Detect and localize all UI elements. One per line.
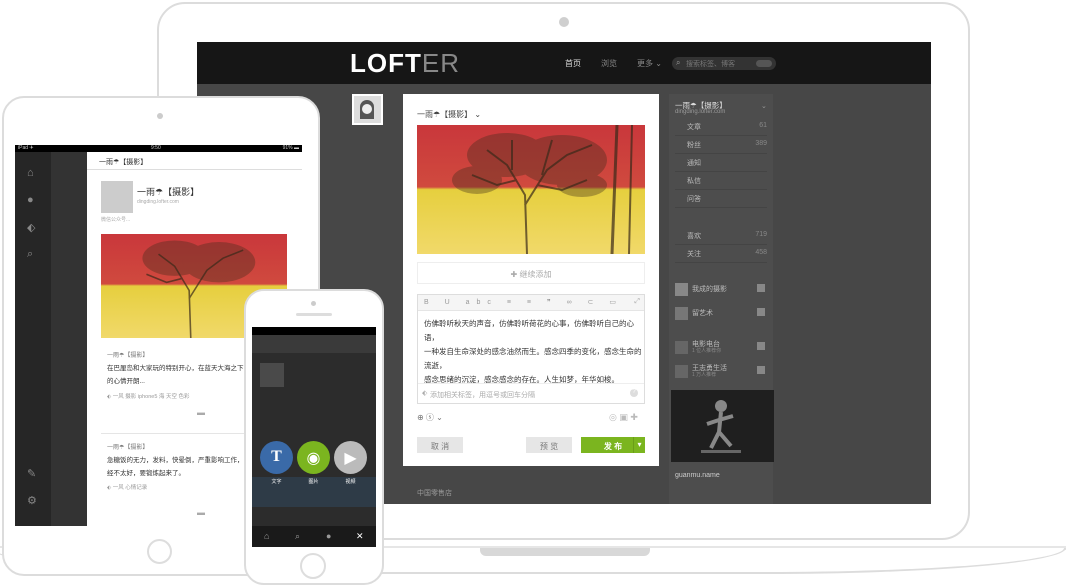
sidebar-item-following[interactable]: 关注 458: [675, 246, 767, 263]
search-icon: ⌕: [676, 58, 681, 67]
lofter-logo[interactable]: LOFTER: [350, 48, 460, 79]
post-text: 经不太好，要锻炼起来了。: [107, 470, 185, 477]
laptop-notch: [480, 548, 650, 556]
text-editor[interactable]: B U abc ≡ ≡ ❞ ∞ ⊂ ▭ ⤢ 仿佛聆听秋天的声音，仿佛聆听荷花的心…: [417, 294, 645, 404]
privacy-icon[interactable]: ⊕ ⓢ ⌄: [417, 412, 443, 423]
recommend-item[interactable]: 留艺术: [675, 304, 767, 328]
home-icon[interactable]: ⌂: [264, 531, 269, 541]
preview-button[interactable]: 预 览: [526, 437, 572, 453]
comment-icon[interactable]: ▬: [197, 508, 205, 517]
top-nav-bar: LOFTER 首页 浏览 更多 ⌄ ⌕ 搜索标签、博客: [197, 42, 931, 84]
search-icon[interactable]: ⌕: [295, 531, 300, 542]
laptop-camera: [559, 17, 569, 27]
iphone-tab-bar: ⌂ ⌕ ● ✕: [252, 526, 376, 547]
ipad-header-title: 一雨☂【摄影】: [87, 152, 302, 170]
add-more-button[interactable]: ✚ 继续添加: [417, 262, 645, 284]
ipad-home-button: [147, 539, 172, 564]
rec-blog-name[interactable]: guanmu.name: [675, 472, 720, 479]
ipad-avatar[interactable]: [101, 181, 133, 213]
video-icon: ▶: [344, 450, 357, 467]
user-icon[interactable]: ●: [27, 194, 34, 206]
sync-icons[interactable]: ◎ ▣ ✚: [609, 412, 638, 423]
ipad-blog-name[interactable]: 一雨☂【摄影】: [137, 185, 199, 198]
search-icon[interactable]: ⌕: [27, 248, 33, 261]
help-icon[interactable]: ?: [630, 389, 638, 397]
video-post-label: 视频: [345, 479, 356, 485]
post-tags[interactable]: ⬖ 一风 心情记录: [107, 483, 147, 491]
pencil-icon[interactable]: ✎: [27, 467, 36, 480]
tag-icon: ⬖: [422, 390, 428, 397]
cancel-button[interactable]: 取 消: [417, 437, 463, 453]
photo-post-button[interactable]: ◉: [297, 441, 330, 474]
recommend-item[interactable]: 我成的摄影: [675, 280, 767, 304]
sidebar-item-posts[interactable]: 文章 61: [675, 119, 767, 136]
camera-icon: ◉: [306, 450, 321, 467]
recommended-photo[interactable]: [671, 390, 774, 462]
ipad-blog-sub: 微信公众号...: [101, 217, 131, 223]
iphone-screen: T ◉ ▶ 文字 图片 视频 ⌂ ⌕ ● ✕: [252, 327, 376, 547]
iphone-header: [252, 335, 376, 353]
text-post-label: 文字: [271, 479, 282, 485]
photo-post-label: 图片: [308, 479, 319, 485]
ipad-status-bar: iPad ✈ 9:50 91% ▬: [15, 145, 302, 152]
post-text: 的心情开朗...: [107, 378, 145, 385]
sidebar-item-likes[interactable]: 喜欢 719: [675, 228, 767, 245]
device-showcase: LOFTER 首页 浏览 更多 ⌄ ⌕ 搜索标签、博客 一雨☂【摄影】 ⌄ ✚ …: [0, 0, 1066, 588]
ipad-blog-url[interactable]: dingding.lofter.com: [137, 199, 179, 205]
tag-icon[interactable]: ⬖: [27, 221, 35, 234]
editor-toolbar[interactable]: B U abc ≡ ≡ ❞ ∞ ⊂ ▭: [418, 295, 644, 311]
post-text: 在巴厘岛和大家玩的特别开心，在蓝天大海之下，: [107, 365, 250, 372]
search-button[interactable]: [756, 60, 772, 67]
bottom-label: 中国零售店: [417, 490, 452, 497]
post-author[interactable]: 一雨☂【摄影】: [107, 442, 148, 451]
user-icon[interactable]: ●: [326, 531, 331, 541]
publish-dropdown-icon[interactable]: ▾: [633, 437, 645, 453]
video-post-button[interactable]: ▶: [334, 441, 367, 474]
post-editor-panel: 一雨☂【摄影】 ⌄ ✚ 继续添加 B U abc ≡ ≡ ❞ ∞ ⊂ ▭ ⤢ 仿…: [403, 94, 659, 466]
gear-icon[interactable]: ⚙: [27, 494, 37, 507]
blog-selector[interactable]: 一雨☂【摄影】 ⌄: [417, 109, 481, 120]
sidebar-item-qa[interactable]: 问答: [675, 191, 767, 208]
iphone-avatar: [260, 363, 284, 387]
tree-shadow-image: [452, 125, 633, 254]
ipad-gutter: [51, 152, 87, 526]
iphone-camera: [311, 301, 316, 306]
post-text: 急糖饭的无力，发料，快晕倒，严重影响工作，: [107, 457, 244, 464]
ipad-sidebar: ⌂ ● ⬖ ⌕ ✎ ⚙: [15, 152, 51, 526]
close-icon[interactable]: ✕: [356, 531, 364, 542]
sidebar-item-fans[interactable]: 粉丝 389: [675, 137, 767, 154]
chevron-down-icon[interactable]: ⌄: [761, 102, 767, 110]
sidebar-blog-url[interactable]: dingding.lofter.com: [675, 109, 725, 115]
home-icon[interactable]: ⌂: [27, 167, 34, 179]
sidebar-item-notice[interactable]: 通知: [675, 155, 767, 172]
iphone-speaker: [296, 313, 332, 316]
tag-input[interactable]: ⬖ 添加相关标签，用逗号或回车分隔 ?: [418, 383, 644, 403]
user-avatar[interactable]: [352, 94, 383, 125]
iphone-home-button: [300, 553, 326, 579]
sidebar-item-messages[interactable]: 私信: [675, 173, 767, 190]
post-tags[interactable]: ⬖ 一风 摄影 iphone5 海 天空 色彩: [107, 392, 189, 400]
post-author[interactable]: 一雨☂【摄影】: [107, 350, 148, 359]
editor-text: 仿佛聆听秋天的声音，仿佛聆听荷花的心事，仿佛聆听自己的心语， 一种发自生命深处的…: [424, 319, 642, 384]
publish-button[interactable]: 发 布 ▾: [581, 437, 645, 453]
comment-icon[interactable]: ▬: [197, 408, 205, 417]
iphone-status-bar: [252, 327, 376, 335]
uploaded-photo: [417, 125, 645, 254]
recommend-item[interactable]: 电影电台 1 位人推荐你: [675, 338, 767, 362]
expand-icon[interactable]: ⤢: [634, 298, 640, 306]
recommend-item[interactable]: 王志勇生活 1 万人推荐: [675, 362, 767, 386]
nav-explore[interactable]: 浏览: [601, 58, 617, 69]
text-post-button[interactable]: T: [260, 441, 293, 474]
nav-home[interactable]: 首页: [565, 58, 581, 69]
nav-more[interactable]: 更多 ⌄: [637, 58, 662, 69]
ipad-camera: [157, 113, 163, 119]
